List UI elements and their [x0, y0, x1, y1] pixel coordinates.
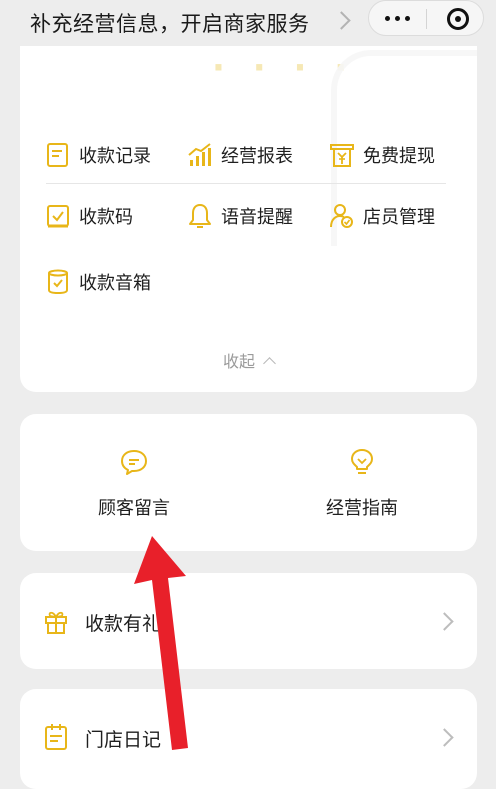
chevron-right-icon: [435, 612, 454, 631]
merchant-info-prompt[interactable]: 补充经营信息，开启商家服务: [30, 8, 310, 38]
list-row-store-diary[interactable]: 门店日记: [20, 689, 477, 789]
gift-icon: [45, 611, 67, 634]
chevron-right-icon: [435, 728, 454, 747]
message-bubble-icon: [121, 450, 147, 475]
quick-actions-card: 顾客留言 经营指南: [20, 414, 477, 551]
quick-item-label: 经营指南: [326, 498, 398, 519]
row-label: 门店日记: [85, 729, 162, 751]
receipt-record-icon: [47, 143, 68, 167]
menu-item-voice-alert[interactable]: 语音提醒: [188, 201, 293, 231]
feature-menu-card: · · · · 收款记录 经营报表 免费提现 收款码 语音提醒 店员管理 收款音…: [20, 30, 477, 392]
close-miniprogram-button[interactable]: [447, 8, 469, 30]
miniprogram-capsule: [368, 0, 484, 36]
menu-divider: [46, 183, 446, 184]
yuan-withdraw-icon: [330, 144, 354, 167]
more-menu-button[interactable]: [385, 16, 411, 22]
menu-item-label: 店员管理: [363, 207, 435, 228]
menu-item-free-withdraw[interactable]: 免费提现: [330, 140, 435, 170]
menu-item-label: 经营报表: [221, 146, 293, 167]
menu-item-payment-speaker[interactable]: 收款音箱: [46, 267, 151, 297]
speaker-icon: [48, 269, 68, 295]
menu-item-label: 免费提现: [363, 146, 435, 167]
quick-item-customer-messages[interactable]: 顾客留言: [20, 448, 248, 520]
notebook-icon: [45, 724, 67, 750]
qr-code-icon: [47, 205, 69, 228]
bell-icon: [189, 204, 211, 228]
capsule-divider: [426, 9, 427, 29]
collapse-button[interactable]: 收起: [20, 348, 477, 372]
top-bar: 补充经营信息，开启商家服务: [0, 0, 496, 46]
menu-item-staff-management[interactable]: 店员管理: [330, 201, 435, 231]
menu-item-receipt-records[interactable]: 收款记录: [46, 140, 151, 170]
staff-icon: [330, 204, 353, 228]
menu-item-label: 收款记录: [79, 146, 151, 167]
lightbulb-icon: [351, 449, 373, 474]
chevron-right-icon[interactable]: [332, 11, 351, 30]
menu-item-label: 收款音箱: [79, 273, 151, 294]
collapse-label: 收起: [222, 352, 255, 371]
bar-chart-icon: [188, 143, 211, 166]
row-label: 收款有礼: [85, 613, 162, 635]
menu-item-business-report[interactable]: 经营报表: [188, 140, 293, 170]
chevron-up-icon: [263, 357, 276, 370]
quick-item-label: 顾客留言: [98, 498, 170, 519]
menu-item-label: 语音提醒: [221, 207, 293, 228]
quick-item-business-guide[interactable]: 经营指南: [248, 448, 476, 520]
menu-item-payment-code[interactable]: 收款码: [46, 201, 133, 231]
menu-item-label: 收款码: [79, 207, 133, 228]
list-row-payment-gift[interactable]: 收款有礼: [20, 573, 477, 669]
